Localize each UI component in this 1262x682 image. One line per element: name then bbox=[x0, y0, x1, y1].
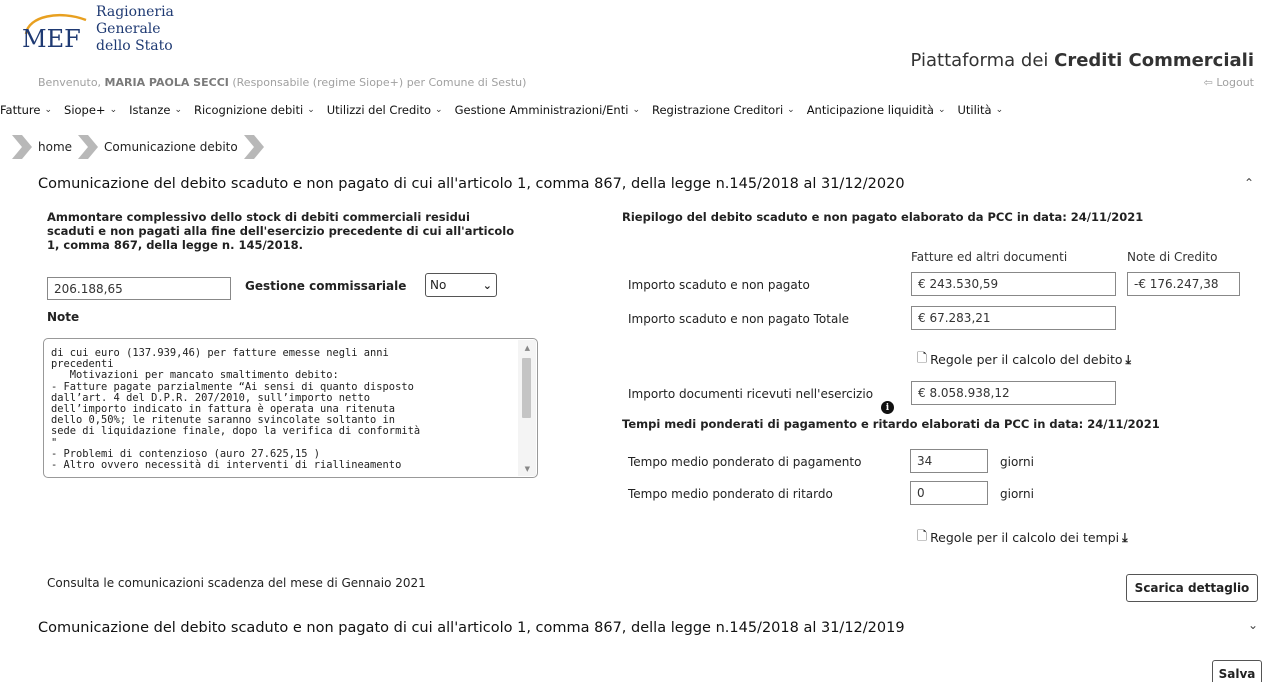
scroll-down-icon[interactable]: ▼ bbox=[525, 465, 530, 473]
tempo-ritardo-field: 0 bbox=[910, 481, 988, 505]
salva-button[interactable]: Salva bbox=[1212, 660, 1262, 682]
breadcrumb-current: Comunicazione debito bbox=[104, 140, 238, 154]
note-label: Note bbox=[47, 310, 80, 324]
stock-debiti-heading: Ammontare complessivo dello stock di deb… bbox=[47, 210, 515, 252]
chevron-down-icon: ⌄ bbox=[435, 105, 443, 115]
importo-totale-label: Importo scaduto e non pagato Totale bbox=[628, 312, 850, 326]
note-textarea[interactable]: di cui euro (137.939,46) per fatture eme… bbox=[43, 338, 538, 478]
nav-registrazione-creditori[interactable]: Registrazione Creditori ⌄ bbox=[652, 100, 807, 120]
giorni-ritardo-label: giorni bbox=[1000, 487, 1034, 501]
accordion-title-2019[interactable]: Comunicazione del debito scaduto e non p… bbox=[38, 620, 905, 636]
scrollbar-thumb[interactable] bbox=[522, 358, 531, 418]
chevron-down-icon[interactable]: ⌄ bbox=[1248, 618, 1258, 632]
tempo-pagamento-label: Tempo medio ponderato di pagamento bbox=[628, 455, 862, 469]
document-icon: 🗋 bbox=[917, 528, 928, 543]
chevron-down-icon: ⌄ bbox=[787, 105, 795, 115]
tempi-heading: Tempi medi ponderati di pagamento e rita… bbox=[622, 417, 1160, 431]
chevron-up-icon[interactable]: ⌃ bbox=[1244, 176, 1254, 190]
nav-istanze[interactable]: Istanze ⌄ bbox=[129, 100, 194, 120]
chevron-down-icon: ⌄ bbox=[632, 105, 640, 115]
chevron-down-icon: ⌄ bbox=[482, 278, 492, 292]
welcome-text: Benvenuto, MARIA PAOLA SECCI (Responsabi… bbox=[38, 76, 527, 89]
mef-logo: MEF bbox=[22, 13, 87, 50]
regole-tempi-link[interactable]: 🗋 Regole per il calcolo dei tempi ⤓ bbox=[917, 527, 1128, 548]
nav-anticipazione-liquidita[interactable]: Anticipazione liquidità ⌄ bbox=[807, 100, 958, 120]
scarica-dettaglio-button[interactable]: Scarica dettaglio bbox=[1126, 574, 1258, 602]
nav-gestione-amministrazioni[interactable]: Gestione Amministrazioni/Enti ⌄ bbox=[455, 100, 652, 120]
tempo-pagamento-field: 34 bbox=[910, 449, 988, 473]
note-scrollbar[interactable]: ▲ ▼ bbox=[518, 340, 536, 476]
importo-scaduto-label: Importo scaduto e non pagato bbox=[628, 278, 810, 292]
nav-siope[interactable]: Siope+ ⌄ bbox=[64, 100, 129, 120]
gestione-commissariale-label: Gestione commissariale bbox=[245, 279, 407, 293]
importo-fatture-field: € 243.530,59 bbox=[911, 272, 1116, 296]
importo-totale-field: € 67.283,21 bbox=[911, 306, 1116, 330]
nav-utilita[interactable]: Utilità ⌄ bbox=[957, 100, 1015, 120]
app-title: Piattaforma dei Crediti Commerciali bbox=[910, 50, 1254, 71]
chevron-down-icon: ⌄ bbox=[995, 105, 1004, 115]
breadcrumb-arrow-icon bbox=[243, 135, 264, 159]
breadcrumb: home Comunicazione debito bbox=[10, 133, 266, 161]
riepilogo-heading: Riepilogo del debito scaduto e non pagat… bbox=[622, 210, 1144, 224]
chevron-down-icon: ⌄ bbox=[109, 105, 118, 115]
logout-icon: ⇦ bbox=[1203, 76, 1213, 89]
mef-logo-text: MEF bbox=[22, 25, 81, 50]
main-nav: Fatture ⌄ Siope+ ⌄ Istanze ⌄ Ricognizione d… bbox=[0, 100, 1262, 120]
nav-ricognizione-debiti[interactable]: Ricognizione debiti ⌄ bbox=[194, 100, 327, 120]
breadcrumb-arrow-icon bbox=[12, 135, 32, 159]
nav-fatture[interactable]: Fatture ⌄ bbox=[0, 100, 64, 120]
download-icon: ⤓ bbox=[1122, 529, 1128, 545]
chevron-down-icon: ⌄ bbox=[174, 105, 182, 115]
note-text: di cui euro (137.939,46) per fatture eme… bbox=[51, 347, 421, 472]
rgs-logo-text: Ragioneria Generale dello Stato bbox=[96, 4, 174, 54]
chevron-down-icon: ⌄ bbox=[937, 105, 946, 115]
chevron-down-icon: ⌄ bbox=[307, 105, 315, 115]
user-name: MARIA PAOLA SECCI bbox=[104, 76, 229, 89]
tempo-ritardo-label: Tempo medio ponderato di ritardo bbox=[628, 487, 833, 501]
col-note-credito-header: Note di Credito bbox=[1127, 250, 1218, 264]
download-icon: ⤓ bbox=[1125, 351, 1132, 367]
document-icon: 🗋 bbox=[917, 350, 928, 365]
breadcrumb-home[interactable]: home bbox=[34, 140, 76, 154]
regole-debito-link[interactable]: 🗋 Regole per il calcolo del debito ⤓ bbox=[917, 349, 1131, 370]
importo-ricevuti-label: Importo documenti ricevuti nell'esercizi… bbox=[628, 387, 874, 401]
gestione-commissariale-select[interactable]: No ⌄ bbox=[425, 273, 497, 297]
importo-ricevuti-field: € 8.058.938,12 bbox=[911, 381, 1116, 405]
importo-note-credito-field: -€ 176.247,38 bbox=[1127, 272, 1240, 296]
stock-amount-input[interactable]: 206.188,65 bbox=[47, 277, 231, 300]
col-fatture-header: Fatture ed altri documenti bbox=[911, 250, 1068, 264]
giorni-pagamento-label: giorni bbox=[1000, 455, 1034, 469]
chevron-down-icon: ⌄ bbox=[44, 105, 53, 115]
info-icon[interactable]: i bbox=[881, 401, 894, 414]
breadcrumb-arrow-icon bbox=[78, 135, 99, 159]
nav-utilizzi-credito[interactable]: Utilizzi del Credito ⌄ bbox=[327, 100, 455, 120]
scroll-up-icon[interactable]: ▲ bbox=[525, 344, 530, 352]
consulta-comunicazioni-text: Consulta le comunicazioni scadenza del m… bbox=[47, 576, 426, 590]
logout-link[interactable]: ⇦ Logout bbox=[1204, 76, 1254, 89]
accordion-title-2020[interactable]: Comunicazione del debito scaduto e non p… bbox=[38, 176, 905, 192]
gestione-commissariale-value: No bbox=[430, 278, 447, 292]
